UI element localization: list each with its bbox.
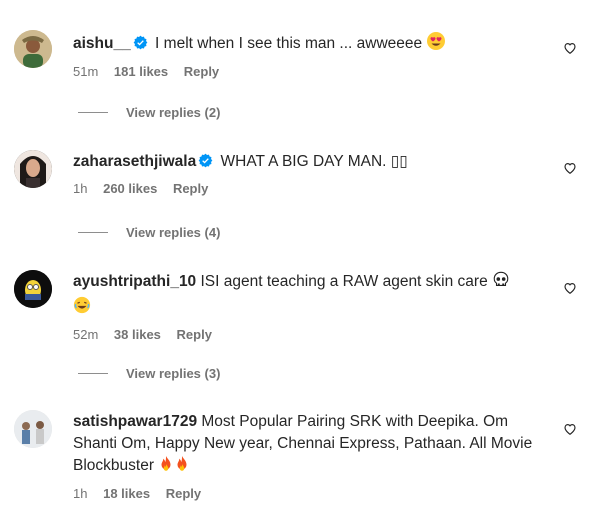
divider-line	[78, 112, 108, 113]
like-heart-icon[interactable]	[563, 281, 577, 295]
like-heart-icon[interactable]	[563, 41, 577, 55]
comment-meta: 1h 18 likes Reply	[73, 486, 543, 501]
view-replies-button[interactable]: View replies (2)	[78, 105, 220, 120]
verified-badge-icon	[133, 35, 148, 57]
comment-text: satishpawar1729 Most Popular Pairing SRK…	[73, 411, 543, 480]
likes-count[interactable]: 38 likes	[114, 327, 161, 342]
heart-eyes-emoji-icon	[426, 31, 446, 58]
divider-line	[78, 232, 108, 233]
like-heart-icon[interactable]	[563, 161, 577, 175]
verified-badge-icon	[198, 153, 213, 175]
comment-body: WHAT A BIG DAY MAN. ▯▯	[220, 153, 408, 170]
timestamp: 52m	[73, 327, 99, 342]
timestamp: 51m	[73, 64, 99, 79]
reply-button[interactable]: Reply	[177, 327, 212, 342]
fire-emoji-icon	[158, 455, 174, 480]
timestamp: 1h	[73, 486, 88, 501]
avatar[interactable]	[14, 270, 52, 308]
skull-emoji-icon	[492, 271, 510, 296]
username[interactable]: aishu__	[73, 35, 131, 52]
fire-emoji-icon	[174, 455, 190, 480]
username[interactable]: zaharasethjiwala	[73, 153, 196, 170]
avatar[interactable]	[14, 150, 52, 188]
username[interactable]: satishpawar1729	[73, 413, 197, 430]
avatar[interactable]	[14, 30, 52, 68]
reply-button[interactable]: Reply	[184, 64, 219, 79]
comment-meta: 1h 260 likes Reply	[73, 181, 543, 196]
comment-text: aishu__ I melt when I see this man ... a…	[73, 31, 543, 58]
laughing-emoji-icon	[73, 296, 91, 321]
comment-meta: 51m 181 likes Reply	[73, 64, 543, 79]
like-heart-icon[interactable]	[563, 422, 577, 436]
reply-button[interactable]: Reply	[173, 181, 208, 196]
view-replies-button[interactable]: View replies (4)	[78, 225, 220, 240]
username[interactable]: ayushtripathi_10	[73, 273, 196, 290]
reply-button[interactable]: Reply	[166, 486, 201, 501]
likes-count[interactable]: 18 likes	[103, 486, 150, 501]
view-replies-button[interactable]: View replies (3)	[78, 366, 220, 381]
comment-text: zaharasethjiwala WHAT A BIG DAY MAN. ▯▯	[73, 151, 543, 175]
view-replies-label: View replies (2)	[126, 105, 221, 120]
likes-count[interactable]: 181 likes	[114, 64, 168, 79]
comment-meta: 52m 38 likes Reply	[73, 327, 543, 342]
view-replies-label: View replies (4)	[126, 225, 221, 240]
comment-text: ayushtripathi_10 ISI agent teaching a RA…	[73, 271, 543, 321]
comment-body: ISI agent teaching a RAW agent skin care	[200, 273, 488, 290]
view-replies-label: View replies (3)	[126, 366, 221, 381]
comment-body: I melt when I see this man ... awweeee	[155, 35, 423, 52]
likes-count[interactable]: 260 likes	[103, 181, 157, 196]
timestamp: 1h	[73, 181, 88, 196]
avatar[interactable]	[14, 410, 52, 448]
divider-line	[78, 373, 108, 374]
